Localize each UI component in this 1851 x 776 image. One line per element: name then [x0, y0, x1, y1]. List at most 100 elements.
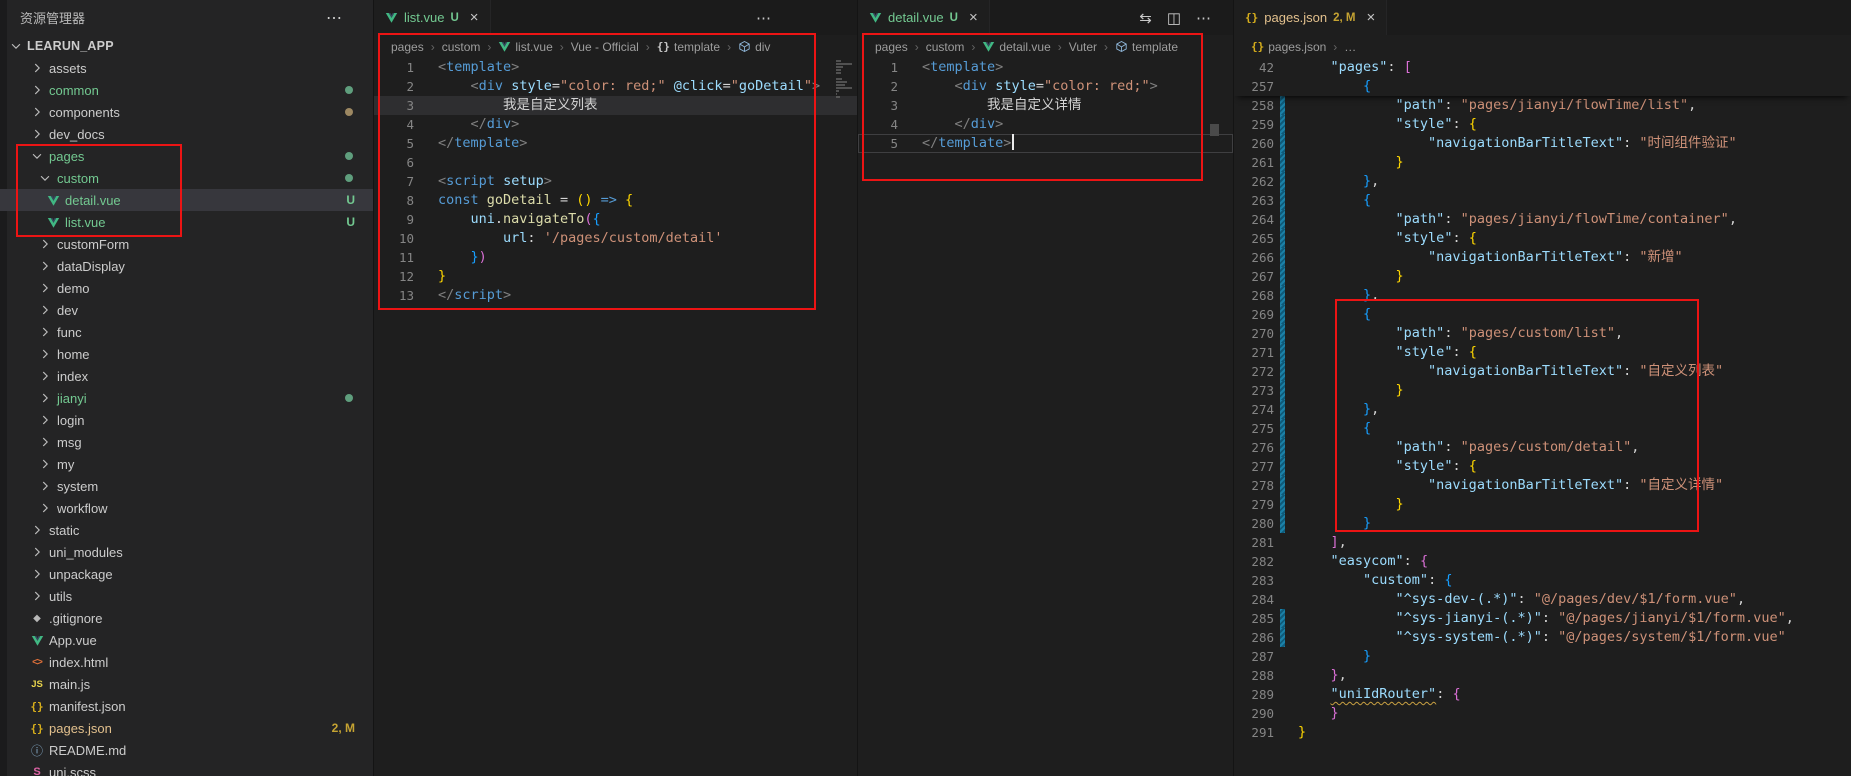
breadcrumb-item[interactable]: detail.vue	[982, 40, 1050, 54]
tree-item-func[interactable]: func	[0, 321, 373, 343]
code-line-7[interactable]: 7<script setup>	[374, 172, 857, 191]
tree-item-list.vue[interactable]: list.vueU	[0, 211, 373, 233]
code-line-279[interactable]: 279 }	[1234, 495, 1851, 514]
code-line-278[interactable]: 278 "navigationBarTitleText": "自定义详情"	[1234, 476, 1851, 495]
code-line-5[interactable]: 5</template>	[858, 134, 1233, 153]
split-editor-icon[interactable]: ◫	[1167, 9, 1181, 27]
tree-item-assets[interactable]: assets	[0, 57, 373, 79]
code-line-280[interactable]: 280 }	[1234, 514, 1851, 533]
tab-pages-json[interactable]: {}pages.json2, M×	[1234, 0, 1387, 35]
code-line-281[interactable]: 281 ],	[1234, 533, 1851, 552]
code-line-1[interactable]: 1<template>	[374, 58, 857, 77]
minimap[interactable]	[836, 60, 853, 98]
more-actions-icon[interactable]: ⋯	[1196, 9, 1211, 27]
code-line-272[interactable]: 272 "navigationBarTitleText": "自定义列表"	[1234, 362, 1851, 381]
code-line-270[interactable]: 270 "path": "pages/custom/list",	[1234, 324, 1851, 343]
code-line-265[interactable]: 265 "style": {	[1234, 229, 1851, 248]
code-line-13[interactable]: 13</script>	[374, 286, 857, 305]
tree-item-dev[interactable]: dev	[0, 299, 373, 321]
breadcrumb-item[interactable]: custom	[442, 40, 481, 54]
code-line-11[interactable]: 11 })	[374, 248, 857, 267]
breadcrumb-item[interactable]: {}template	[657, 40, 720, 54]
breadcrumb-item[interactable]: pages	[875, 40, 908, 54]
tree-item-home[interactable]: home	[0, 343, 373, 365]
tree-item-pages[interactable]: pages	[0, 145, 373, 167]
tree-item-uni.scss[interactable]: Suni.scss	[0, 761, 373, 776]
code-line-273[interactable]: 273 }	[1234, 381, 1851, 400]
code-line-263[interactable]: 263 {	[1234, 191, 1851, 210]
breadcrumb-item[interactable]: Vue - Official	[571, 40, 639, 54]
tree-item-index[interactable]: index	[0, 365, 373, 387]
tree-item-README.md[interactable]: ⓘREADME.md	[0, 739, 373, 761]
code-line-288[interactable]: 288 },	[1234, 666, 1851, 685]
code-line-274[interactable]: 274 },	[1234, 400, 1851, 419]
tree-item-components[interactable]: components	[0, 101, 373, 123]
more-actions-icon[interactable]: ⋯	[756, 9, 771, 27]
code-line-290[interactable]: 290 }	[1234, 704, 1851, 723]
code-area[interactable]: 1<template>2 <div style="color: red;">3 …	[858, 58, 1233, 153]
code-line-284[interactable]: 284 "^sys-dev-(.*)": "@/pages/dev/$1/for…	[1234, 590, 1851, 609]
code-line-42[interactable]: 42 "pages": [	[1234, 58, 1851, 77]
code-line-276[interactable]: 276 "path": "pages/custom/detail",	[1234, 438, 1851, 457]
code-line-262[interactable]: 262 },	[1234, 172, 1851, 191]
code-line-267[interactable]: 267 }	[1234, 267, 1851, 286]
code-line-260[interactable]: 260 "navigationBarTitleText": "时间组件验证"	[1234, 134, 1851, 153]
code-line-259[interactable]: 259 "style": {	[1234, 115, 1851, 134]
code-line-266[interactable]: 266 "navigationBarTitleText": "新增"	[1234, 248, 1851, 267]
tree-item-pages.json[interactable]: {}pages.json2, M	[0, 717, 373, 739]
tab-list-vue[interactable]: list.vueU×	[374, 0, 491, 35]
code-line-4[interactable]: 4 </div>	[858, 115, 1233, 134]
tree-item-workflow[interactable]: workflow	[0, 497, 373, 519]
explorer-more-icon[interactable]: ⋯	[326, 8, 343, 28]
code-line-269[interactable]: 269 {	[1234, 305, 1851, 324]
tree-item-demo[interactable]: demo	[0, 277, 373, 299]
tree-item-common[interactable]: common	[0, 79, 373, 101]
tree-item-manifest.json[interactable]: {}manifest.json	[0, 695, 373, 717]
tree-item-msg[interactable]: msg	[0, 431, 373, 453]
tree-item-.gitignore[interactable]: ◆.gitignore	[0, 607, 373, 629]
code-line-2[interactable]: 2 <div style="color: red;">	[858, 77, 1233, 96]
tree-item-my[interactable]: my	[0, 453, 373, 475]
tree-item-main.js[interactable]: JSmain.js	[0, 673, 373, 695]
tree-item-detail.vue[interactable]: detail.vueU	[0, 189, 373, 211]
breadcrumb-item[interactable]: Vuter	[1069, 40, 1097, 54]
code-line-9[interactable]: 9 uni.navigateTo({	[374, 210, 857, 229]
code-line-4[interactable]: 4 </div>	[374, 115, 857, 134]
breadcrumb-item[interactable]: custom	[926, 40, 965, 54]
tree-item-login[interactable]: login	[0, 409, 373, 431]
close-icon[interactable]: ×	[470, 10, 479, 25]
code-area[interactable]: 258 "path": "pages/jianyi/flowTime/list"…	[1234, 96, 1851, 742]
open-changes-icon[interactable]: ⇆	[1139, 9, 1152, 27]
code-line-289[interactable]: 289 "uniIdRouter": {	[1234, 685, 1851, 704]
code-line-271[interactable]: 271 "style": {	[1234, 343, 1851, 362]
scrollbar-thumb[interactable]	[1210, 124, 1219, 136]
tree-item-index.html[interactable]: <>index.html	[0, 651, 373, 673]
code-line-286[interactable]: 286 "^sys-system-(.*)": "@/pages/system/…	[1234, 628, 1851, 647]
tree-item-utils[interactable]: utils	[0, 585, 373, 607]
code-line-12[interactable]: 12}	[374, 267, 857, 286]
breadcrumb-item[interactable]: …	[1344, 40, 1356, 54]
tree-item-dataDisplay[interactable]: dataDisplay	[0, 255, 373, 277]
tree-item-jianyi[interactable]: jianyi	[0, 387, 373, 409]
breadcrumb-item[interactable]: {}pages.json	[1251, 40, 1326, 54]
code-line-275[interactable]: 275 {	[1234, 419, 1851, 438]
workspace-root[interactable]: LEARUN_APP	[0, 35, 373, 57]
breadcrumb-item[interactable]: pages	[391, 40, 424, 54]
close-icon[interactable]: ×	[1367, 10, 1376, 25]
tree-item-uni_modules[interactable]: uni_modules	[0, 541, 373, 563]
tab-detail-vue[interactable]: detail.vueU×	[858, 0, 990, 35]
code-line-258[interactable]: 258 "path": "pages/jianyi/flowTime/list"…	[1234, 96, 1851, 115]
breadcrumb-item[interactable]: div	[738, 40, 770, 54]
code-line-2[interactable]: 2 <div style="color: red;" @click="goDet…	[374, 77, 857, 96]
code-line-6[interactable]: 6	[374, 153, 857, 172]
code-line-3[interactable]: 3 我是自定义列表	[374, 96, 857, 115]
breadcrumb-item[interactable]: list.vue	[498, 40, 552, 54]
code-line-10[interactable]: 10 url: '/pages/custom/detail'	[374, 229, 857, 248]
breadcrumb-item[interactable]: template	[1115, 40, 1178, 54]
tree-item-customForm[interactable]: customForm	[0, 233, 373, 255]
code-line-285[interactable]: 285 "^sys-jianyi-(.*)": "@/pages/jianyi/…	[1234, 609, 1851, 628]
tree-item-static[interactable]: static	[0, 519, 373, 541]
tree-item-unpackage[interactable]: unpackage	[0, 563, 373, 585]
code-line-287[interactable]: 287 }	[1234, 647, 1851, 666]
code-line-257[interactable]: 257 {	[1234, 77, 1851, 96]
